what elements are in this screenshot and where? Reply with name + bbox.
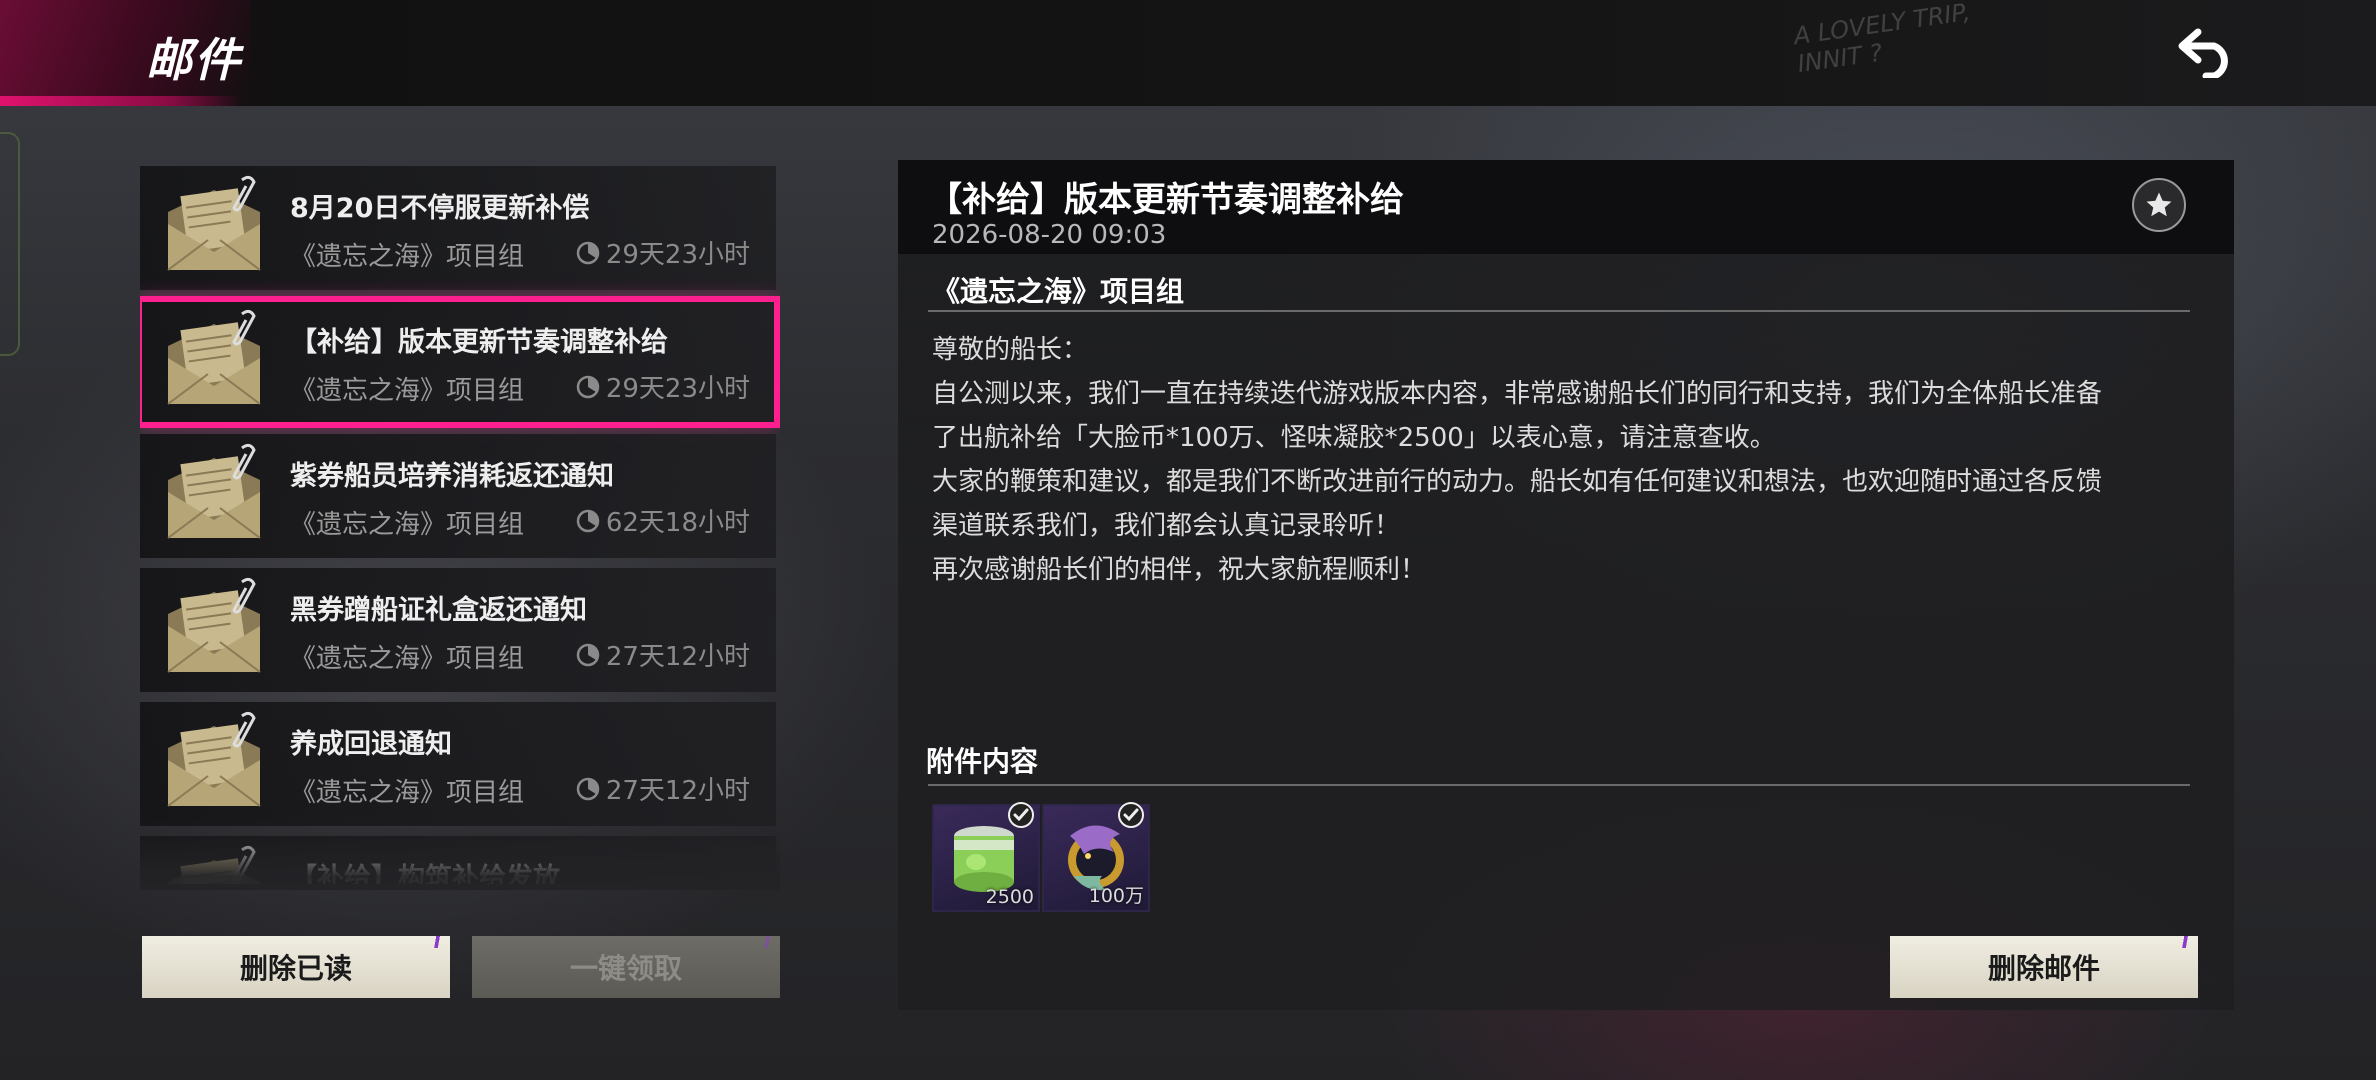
mail-list-item[interactable]: 8月20日不停服更新补偿 《遗忘之海》项目组 29天23小时	[140, 166, 776, 290]
detail-body-line: 渠道联系我们，我们都会认真记录聆听！	[932, 511, 1401, 541]
mail-expire-time: 29天23小时	[576, 368, 750, 405]
attachment-count: 2500	[985, 886, 1034, 908]
detail-body-line: 自公测以来，我们一直在持续迭代游戏版本内容，非常感谢船长们的同行和支持，我们为全…	[932, 379, 2103, 409]
delete-mail-button[interactable]: 删除邮件	[1890, 936, 2198, 998]
mail-sender: 《遗忘之海》项目组	[290, 510, 525, 540]
clock-icon	[576, 241, 600, 264]
detail-body-line: 尊敬的船长：	[932, 335, 1089, 365]
envelope-icon	[167, 711, 261, 807]
envelope-icon	[167, 443, 261, 539]
mail-expire-time: 27天12小时	[576, 770, 750, 807]
title-accent-line	[0, 96, 240, 106]
mail-sender: 《遗忘之海》项目组	[290, 778, 525, 808]
delete-read-button[interactable]: 删除已读	[142, 936, 450, 998]
attachment-count: 100万	[1088, 885, 1144, 907]
mail-expire-time: 27天12小时	[576, 636, 750, 673]
envelope-icon	[167, 309, 261, 405]
detail-body-line: 再次感谢船长们的相伴，祝大家航程顺利！	[932, 555, 1427, 585]
back-button[interactable]	[2172, 22, 2242, 82]
star-icon	[2146, 192, 2172, 217]
detail-sender: 《遗忘之海》项目组	[932, 275, 1185, 308]
mail-title: 养成回退通知	[290, 729, 452, 760]
mail-detail-panel: 【补给】版本更新节奏调整补给 2026-08-20 09:03 《遗忘之海》项目…	[898, 160, 2234, 1010]
back-arrow-icon	[2178, 28, 2228, 78]
detail-body-line: 了出航补给「大脸币*100万、怪味凝胶*2500」以表心意，请注意查收。	[932, 423, 1776, 453]
mail-list: 8月20日不停服更新补偿 《遗忘之海》项目组 29天23小时 【补给】版本更新节奏调…	[140, 164, 780, 884]
envelope-icon	[167, 577, 261, 673]
detail-body-line: 大家的鞭策和建议，都是我们不断改进前行的动力。船长如有任何建议和想法，也欢迎随时…	[932, 467, 2103, 497]
mail-sender: 《遗忘之海》项目组	[290, 644, 525, 674]
clock-icon	[576, 643, 600, 666]
mail-sender: 《遗忘之海》项目组	[290, 242, 525, 272]
mail-title: 【补给】版本更新节奏调整补给	[290, 327, 668, 358]
mail-sender: 《遗忘之海》项目组	[290, 376, 525, 406]
clock-icon	[576, 777, 600, 800]
divider	[928, 310, 2190, 312]
mail-list-item[interactable]: 【补给】版本更新节奏调整补给 《遗忘之海》项目组 29天23小时	[140, 296, 780, 428]
envelope-icon	[167, 175, 261, 271]
check-icon	[1118, 802, 1144, 828]
favorite-button[interactable]	[2132, 178, 2186, 232]
mail-title: 8月20日不停服更新补偿	[290, 193, 590, 224]
detail-body: 尊敬的船长： 自公测以来，我们一直在持续迭代游戏版本内容，非常感谢船长们的同行和支…	[932, 328, 2202, 592]
attachment-item[interactable]: 2500	[932, 802, 1040, 912]
mail-expire-time: 29天23小时	[576, 234, 750, 271]
clock-icon	[576, 375, 600, 398]
decorative-text: A LOVELY TRIP, INNIT ?	[1791, 0, 1972, 79]
mail-title: 黑券蹭船证礼盒返还通知	[290, 595, 587, 626]
attachment-item[interactable]: 100万	[1042, 802, 1150, 912]
detail-date: 2026-08-20 09:03	[932, 220, 1167, 250]
mail-list-item[interactable]: 养成回退通知《遗忘之海》项目组 27天12小时	[140, 702, 776, 826]
divider	[928, 784, 2190, 786]
mail-list-item[interactable]: 黑券蹭船证礼盒返还通知 《遗忘之海》项目组 27天12小时	[140, 568, 776, 692]
check-icon	[1008, 802, 1034, 828]
claim-all-button[interactable]: 一键领取	[472, 936, 780, 998]
mail-expire-time: 62天18小时	[576, 502, 750, 539]
mail-title: 紫券船员培养消耗返还通知	[290, 461, 614, 492]
side-drawer-handle[interactable]	[0, 132, 20, 356]
page-title: 邮件	[146, 33, 242, 87]
top-bar: 邮件 A LOVELY TRIP, INNIT ?	[0, 0, 2376, 106]
list-fade	[140, 820, 780, 890]
detail-title: 【补给】版本更新节奏调整补给	[928, 180, 1404, 220]
attachments-title: 附件内容	[926, 745, 1039, 778]
mail-list-item[interactable]: 紫券船员培养消耗返还通知 《遗忘之海》项目组 62天18小时	[140, 434, 776, 558]
clock-icon	[576, 509, 600, 532]
detail-header: 【补给】版本更新节奏调整补给 2026-08-20 09:03	[898, 160, 2234, 254]
